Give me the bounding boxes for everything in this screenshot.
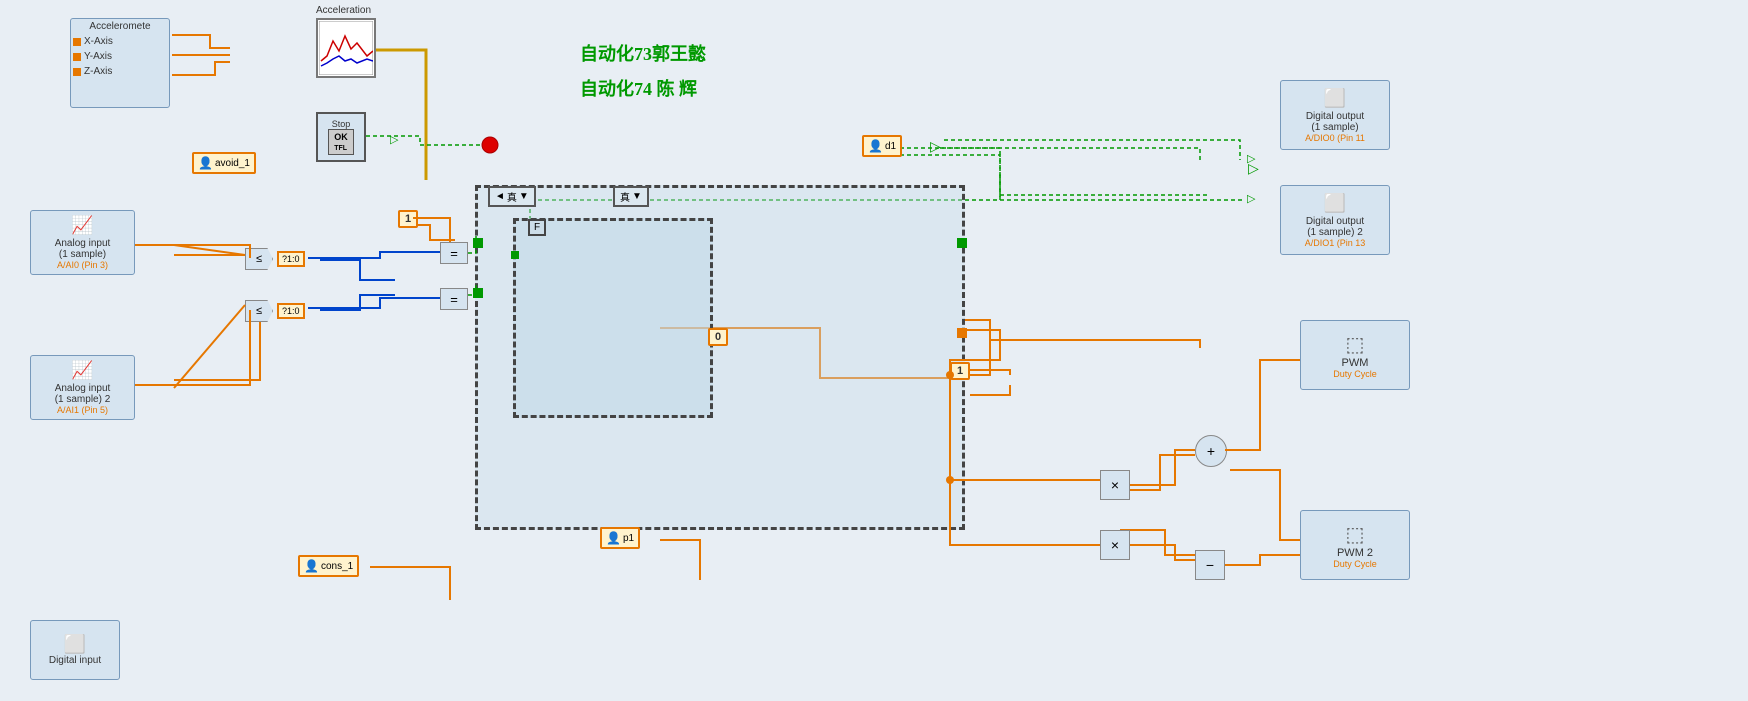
svg-text:▷: ▷ (1247, 193, 1256, 205)
case-selector-1[interactable]: ◄ 真 ▼ (488, 186, 536, 207)
analog2-line2: (1 sample) 2 (55, 394, 111, 405)
dout1-line2: (1 sample) (1311, 122, 1358, 133)
analog1-line2: (1 sample) (59, 249, 106, 260)
p21o-node-2: ?1:0 (277, 303, 305, 319)
case-right-term-orange (957, 328, 967, 338)
pwm2-label: PWM 2 (1337, 547, 1373, 559)
stop-inner: OKTFL (328, 129, 354, 155)
analog2-line1: Analog input (55, 383, 111, 394)
accelerometer-block: Acceleromete X-Axis Y-Axis Z-Axis (70, 18, 170, 108)
accel-title: Acceleromete (89, 21, 150, 32)
accel-yaxis: Y-Axis (73, 51, 112, 62)
compare-group-2: ≤ ?1:0 (245, 300, 305, 322)
annotation-line2: 自动化74 陈 辉 (580, 75, 697, 101)
case-arrow-down: ▼ (632, 191, 642, 202)
acceleration-chart (316, 18, 376, 78)
cons1-label: cons_1 (321, 561, 353, 572)
dout2-pin: A/DIO1 (Pin 13 (1305, 238, 1366, 248)
case-left-term-2 (473, 288, 483, 298)
accel-xaxis: X-Axis (73, 36, 113, 47)
d1-arrow: ▷ (930, 138, 941, 155)
case-arrow-right: ▼ (519, 191, 529, 202)
case-label-2: 真 (620, 189, 630, 204)
pwm-1: ⬚ PWM Duty Cycle (1300, 320, 1410, 390)
dout1-line1: Digital output (1306, 111, 1364, 122)
analog1-icon: 📈 (71, 215, 93, 236)
stop-block[interactable]: Stop OKTFL (316, 112, 366, 162)
pwm1-icon: ⬚ (1346, 332, 1365, 357)
compare-group-1: ≤ ?1:0 (245, 248, 305, 270)
avoid1-person-icon: 👤 (198, 156, 213, 170)
case-selector-2[interactable]: 真 ▼ (613, 186, 649, 207)
cons1-node: 👤 cons_1 (298, 555, 359, 577)
dout2-line1: Digital output (1306, 216, 1364, 227)
compare-op-1: ≤ (245, 248, 273, 270)
dout2-line2: (1 sample) 2 (1307, 227, 1363, 238)
case-arrow-left: ◄ (495, 191, 505, 202)
mult-op-1: × (1100, 470, 1130, 500)
digital-input: ⬜ Digital input (30, 620, 120, 680)
inner-case: F (513, 218, 713, 418)
dout-2: ⬜ Digital output (1 sample) 2 A/DIO1 (Pi… (1280, 185, 1390, 255)
case-left-term-1 (473, 238, 483, 248)
dout1-icon: ⬜ (1324, 88, 1346, 109)
case-label-1: 真 (507, 189, 517, 204)
p1-node: 👤 p1 (600, 527, 640, 549)
case-right-term-1 (957, 238, 967, 248)
accel-chart-title: Acceleration (316, 5, 371, 16)
analog2-pin: A/AI1 (Pin 5) (57, 405, 108, 415)
din-label: Digital input (49, 655, 101, 666)
svg-text:▷: ▷ (390, 134, 399, 146)
const-1-pwm: 1 (950, 362, 970, 380)
accel-zaxis: Z-Axis (73, 66, 112, 77)
p1-person-icon: 👤 (606, 531, 621, 545)
case-structure: ◄ 真 ▼ 真 ▼ F 0 (475, 185, 965, 530)
din-icon: ⬜ (64, 634, 86, 655)
analog2-icon: 📈 (71, 360, 93, 381)
dout2-icon: ⬜ (1324, 193, 1346, 214)
add-op: + (1195, 435, 1227, 467)
avoid1-node: 👤 avoid_1 (192, 152, 256, 174)
dout-1: ⬜ Digital output (1 sample) A/DIO0 (Pin … (1280, 80, 1390, 150)
equal-node-2: = (440, 288, 468, 310)
pwm-2: ⬚ PWM 2 Duty Cycle (1300, 510, 1410, 580)
equal-node: = (440, 242, 468, 264)
v-arrow-dout: ▷ (1248, 160, 1259, 177)
analog1-pin: A/AI0 (Pin 3) (57, 260, 108, 270)
d1-node: 👤 d1 (862, 135, 902, 157)
main-canvas: Acceleromete X-Axis Y-Axis Z-Axis Accele… (0, 0, 1748, 701)
inner-case-label: F (528, 219, 546, 236)
sub-op: − (1195, 550, 1225, 580)
analog-input-1: 📈 Analog input (1 sample) A/AI0 (Pin 3) (30, 210, 135, 275)
pwm2-icon: ⬚ (1346, 522, 1365, 547)
pwm2-pin: Duty Cycle (1333, 559, 1377, 569)
compare-op-2: ≤ (245, 300, 273, 322)
pwm1-label: PWM (1342, 357, 1369, 369)
annotation-line1: 自动化73郭王懿 (580, 40, 706, 66)
d1-person-icon: 👤 (868, 139, 883, 153)
const-1-box: 1 (398, 210, 418, 228)
cons1-person-icon: 👤 (304, 559, 319, 573)
chart-svg (319, 21, 373, 75)
mult-op-2: × (1100, 530, 1130, 560)
p1-label: p1 (623, 533, 634, 544)
analog-input-2: 📈 Analog input (1 sample) 2 A/AI1 (Pin 5… (30, 355, 135, 420)
analog1-line1: Analog input (55, 238, 111, 249)
dout1-pin: A/DIO0 (Pin 11 (1305, 133, 1365, 143)
d1-label: d1 (885, 141, 896, 152)
p21o-node-1: ?1:0 (277, 251, 305, 267)
stop-label: Stop (332, 119, 351, 129)
const-0-inside: 0 (708, 328, 728, 346)
pwm1-pin: Duty Cycle (1333, 369, 1377, 379)
inner-left-term (511, 251, 519, 259)
avoid1-label: avoid_1 (215, 158, 250, 169)
